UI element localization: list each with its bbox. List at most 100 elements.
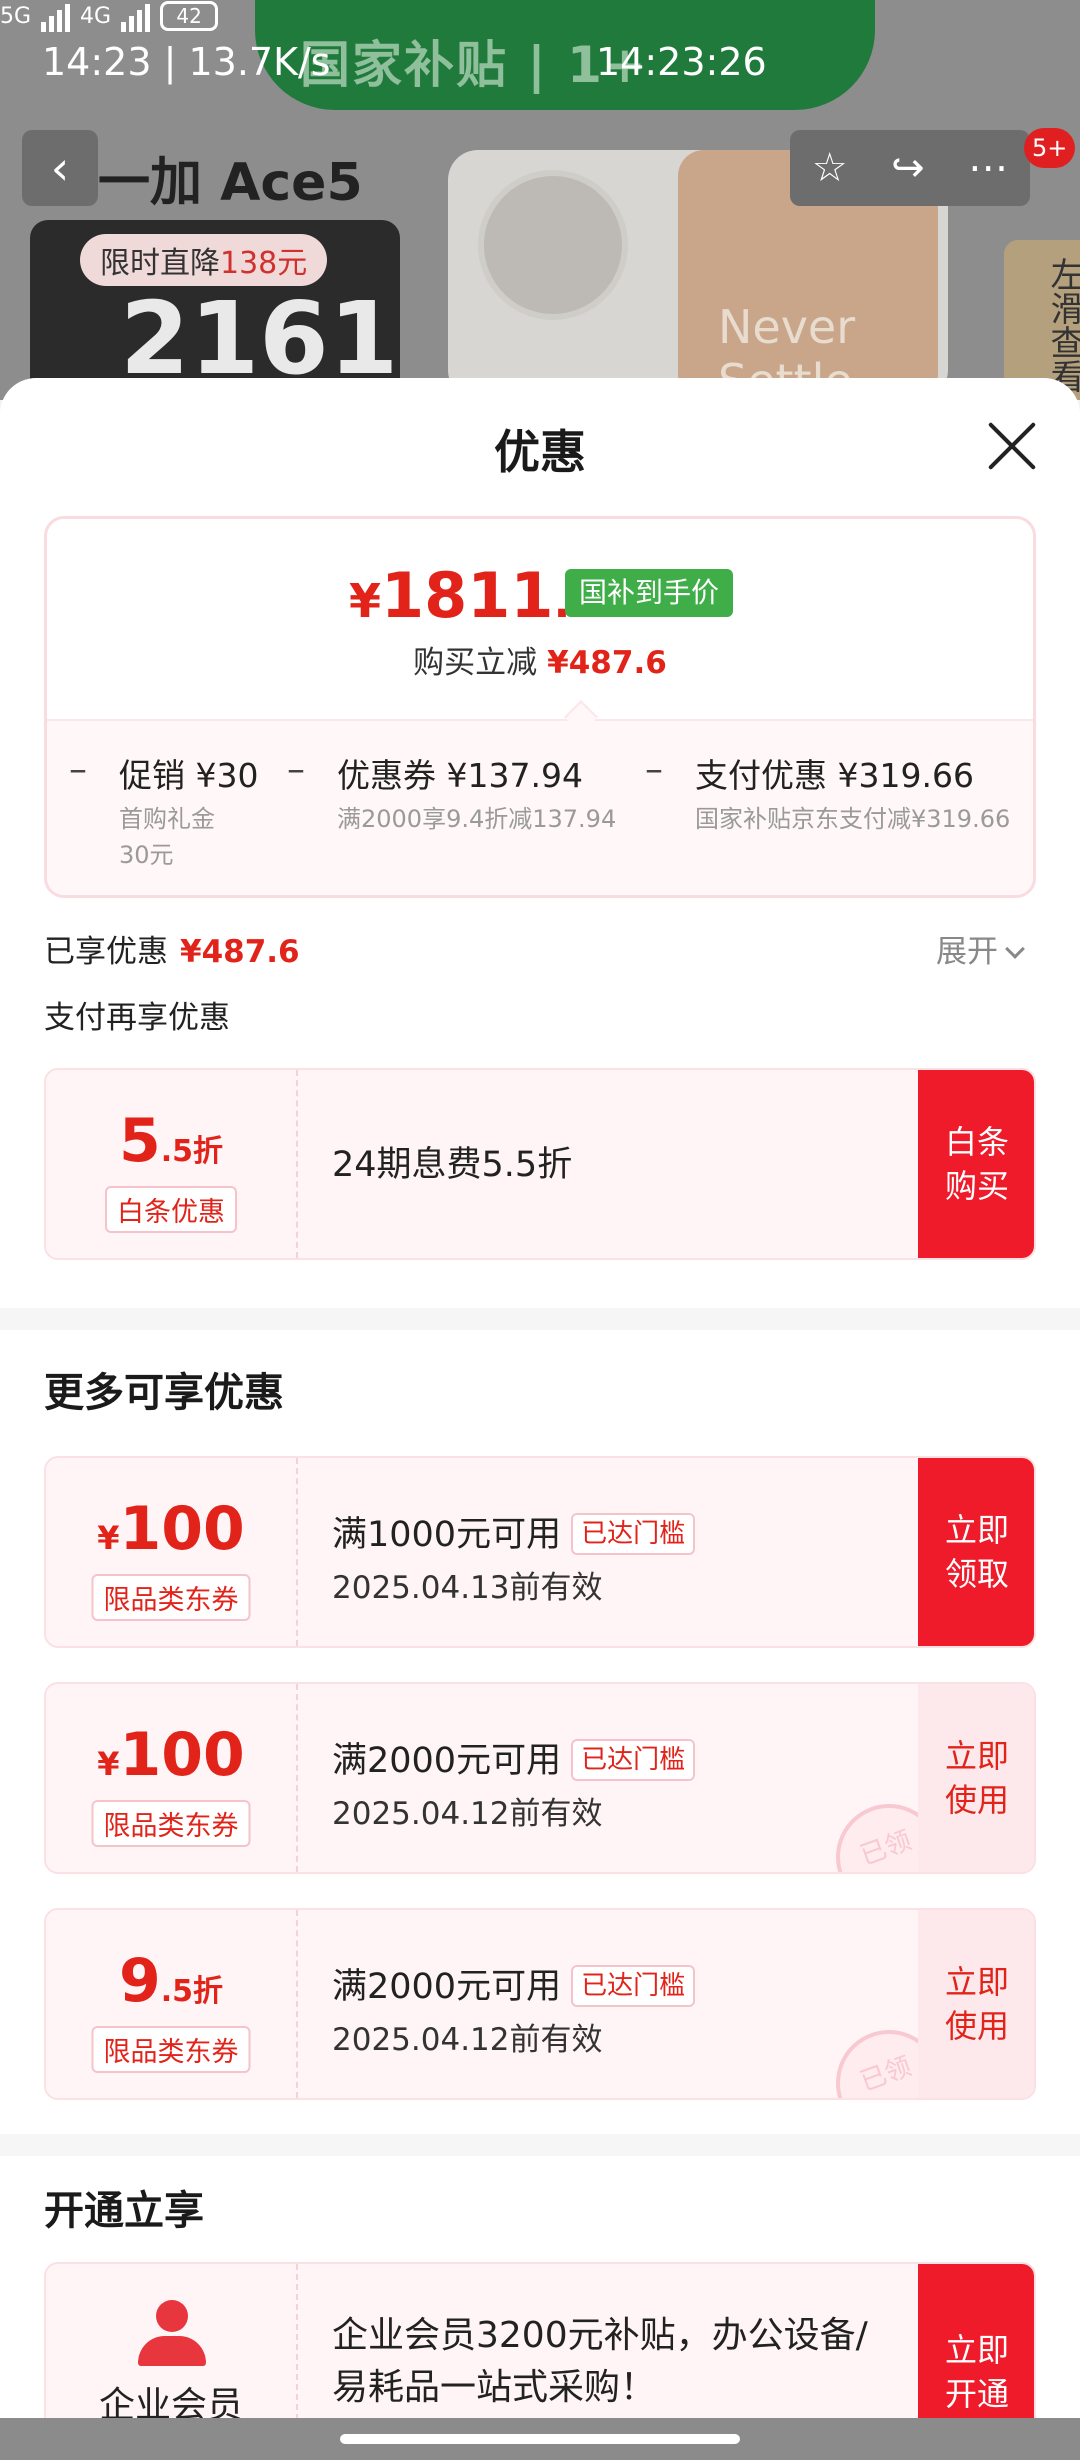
share-icon[interactable]: ↪	[891, 145, 925, 191]
threshold-badge: 已达门槛	[571, 1965, 696, 2007]
product-page-background: 国家补贴 | 1+ 14:23 | 13.7K/s 14:23:26 5G 4G…	[0, 0, 1080, 400]
network-5g-label: 5G	[0, 3, 32, 29]
coupon-card[interactable]: 9.5折 限品类东券 满2000元可用 已达门槛 2025.04.12前有效 已领…	[44, 1908, 1036, 2100]
home-indicator[interactable]	[340, 2434, 740, 2444]
enjoyed-value: ¥487.6	[180, 934, 300, 970]
price-card: 限时直降138元 2161	[30, 220, 400, 400]
membership-desc: 企业会员3200元补贴，办公设备/易耗品一站式采购！	[332, 2315, 868, 2408]
signal-icon	[41, 0, 71, 32]
discount-sheet: 优惠 ¥1811.4 国补到手价 购买立减¥487.6 – 促销 ¥30 首购礼…	[0, 378, 1080, 2460]
button-label: 立即使用	[944, 1737, 1009, 1819]
price-summary-card: ¥1811.4 国补到手价 购买立减¥487.6 – 促销 ¥30 首购礼金 30…	[44, 516, 1036, 898]
expand-button[interactable]: 展开	[936, 926, 1025, 971]
coupon-date: 2025.04.12前有效	[332, 2022, 603, 2058]
final-price-currency: ¥	[349, 574, 382, 628]
breakdown-sub-line2: 30元	[119, 841, 174, 869]
baitiao-desc: 24期息费5.5折	[332, 1145, 573, 1185]
minus-icon: –	[69, 749, 87, 790]
button-label: 立即开通	[944, 2331, 1009, 2413]
purchase-reduction: 购买立减 ¥487.6	[47, 637, 1033, 682]
breakdown-sub-line1: 首购礼金	[119, 805, 215, 833]
coupon-amount: ¥100	[46, 1494, 296, 1564]
reduction-value: ¥487.6	[547, 645, 667, 681]
more-offers-title: 更多可享优惠	[44, 1370, 284, 1416]
coupon-left: ¥100 限品类东券	[46, 1684, 298, 1872]
coupon-amount: ¥100	[46, 1720, 296, 1790]
coupon-date: 2025.04.12前有效	[332, 1796, 603, 1832]
amount-number: 100	[119, 1494, 245, 1564]
side-tab[interactable]: 左滑查看	[1004, 240, 1080, 400]
status-center-time: 14:23:26	[596, 40, 767, 84]
favorite-icon[interactable]: ☆	[812, 145, 848, 191]
coupon-card[interactable]: ¥100 限品类东券 满2000元可用 已达门槛 2025.04.12前有效 已领…	[44, 1682, 1036, 1874]
enjoyed-label: 已享优惠	[44, 934, 168, 970]
coupon-type: 白条优惠	[105, 1186, 237, 1233]
coupon-left: 9.5折 限品类东券	[46, 1910, 298, 2098]
final-price-tag: 国补到手价	[565, 569, 734, 617]
close-icon[interactable]	[984, 418, 1040, 474]
breakdown-label: 支付优惠 ¥319.66	[695, 756, 974, 795]
amount-currency: ¥	[97, 1745, 120, 1783]
discount-breakdown: – 促销 ¥30 首购礼金 30元 – 优惠券 ¥137.94 满2000享9.4…	[47, 719, 1033, 895]
amount-unit: .5折	[160, 1974, 224, 2009]
amount-unit: .5折	[160, 1134, 224, 1169]
breakdown-label: 优惠券 ¥137.94	[337, 756, 583, 795]
section-divider	[0, 2134, 1080, 2156]
enjoyed-discount: 已享优惠 ¥487.6	[44, 926, 300, 971]
status-time-speed: 14:23 | 13.7K/s	[42, 40, 331, 84]
coupon-date: 2025.04.13前有效	[332, 1570, 603, 1606]
coupon-left: 5.5折 白条优惠	[46, 1070, 298, 1258]
coupon-left: ¥100 限品类东券	[46, 1458, 298, 1646]
baitiao-buy-button[interactable]: 白条购买	[918, 1070, 1034, 1258]
breakdown-sub: 满2000享9.4折减137.94	[337, 805, 617, 833]
top-actions: ☆ ↪ ⋯	[790, 130, 1030, 206]
camera-module	[478, 170, 628, 320]
price-drop-value: 138元	[220, 246, 308, 281]
minus-icon: –	[287, 749, 305, 790]
product-model: 一加 Ace5	[98, 153, 363, 213]
use-coupon-button[interactable]: 立即使用	[918, 1684, 1034, 1872]
condition-text: 满2000元可用	[332, 1741, 562, 1781]
coupon-amount: 9.5折	[46, 1946, 296, 2016]
expand-label: 展开	[936, 934, 998, 970]
network-4g-label: 4G	[80, 3, 112, 29]
final-price: ¥1811.4	[349, 559, 601, 632]
coupon-type: 限品类东券	[91, 2026, 251, 2073]
coupon-condition: 满2000元可用 已达门槛	[332, 1958, 696, 2009]
battery-icon: 42	[160, 1, 219, 31]
coupon-card[interactable]: ¥100 限品类东券 满1000元可用 已达门槛 2025.04.13前有效 立即…	[44, 1456, 1036, 1648]
breakdown-label: 促销 ¥30	[119, 756, 259, 795]
price-drop-tag: 限时直降138元	[80, 234, 328, 286]
signal-icon-2	[121, 0, 151, 32]
button-label: 立即领取	[944, 1511, 1009, 1593]
cart-badge: 5+	[1024, 128, 1076, 168]
more-icon[interactable]: ⋯	[968, 145, 1008, 191]
coupon-condition: 满2000元可用 已达门槛	[332, 1732, 696, 1783]
chevron-down-icon	[1005, 939, 1025, 959]
pay-more-title: 支付再享优惠	[44, 1000, 230, 1036]
condition-text: 满1000元可用	[332, 1515, 562, 1555]
back-icon[interactable]: ‹	[22, 130, 98, 206]
section-divider	[0, 1308, 1080, 1330]
summary-top: ¥1811.4 国补到手价 购买立减¥487.6	[47, 519, 1033, 719]
use-coupon-button[interactable]: 立即使用	[918, 1910, 1034, 2098]
sheet-title: 优惠	[494, 425, 586, 479]
amount-number: 5	[118, 1106, 161, 1176]
coupon-type: 限品类东券	[91, 1574, 251, 1621]
breakdown-sub: 国家补贴京东支付减¥319.66	[695, 805, 1011, 833]
threshold-badge: 已达门槛	[571, 1513, 696, 1555]
coupon-amount: 5.5折	[46, 1106, 296, 1176]
coupon-condition: 满1000元可用 已达门槛	[332, 1506, 696, 1557]
breakdown-sub: 首购礼金 30元	[119, 801, 215, 873]
amount-number: 100	[119, 1720, 245, 1790]
button-label: 立即使用	[944, 1963, 1009, 2045]
coupon-type: 限品类东券	[91, 1800, 251, 1847]
button-label: 白条购买	[944, 1123, 1009, 1205]
user-icon	[138, 2300, 206, 2366]
reduction-label: 购买立减	[413, 645, 538, 681]
amount-currency: ¥	[97, 1519, 120, 1557]
minus-icon: –	[645, 749, 663, 790]
baitiao-offer-card[interactable]: 5.5折 白条优惠 24期息费5.5折 白条购买	[44, 1068, 1036, 1260]
threshold-badge: 已达门槛	[571, 1739, 696, 1781]
claim-coupon-button[interactable]: 立即领取	[918, 1458, 1034, 1646]
